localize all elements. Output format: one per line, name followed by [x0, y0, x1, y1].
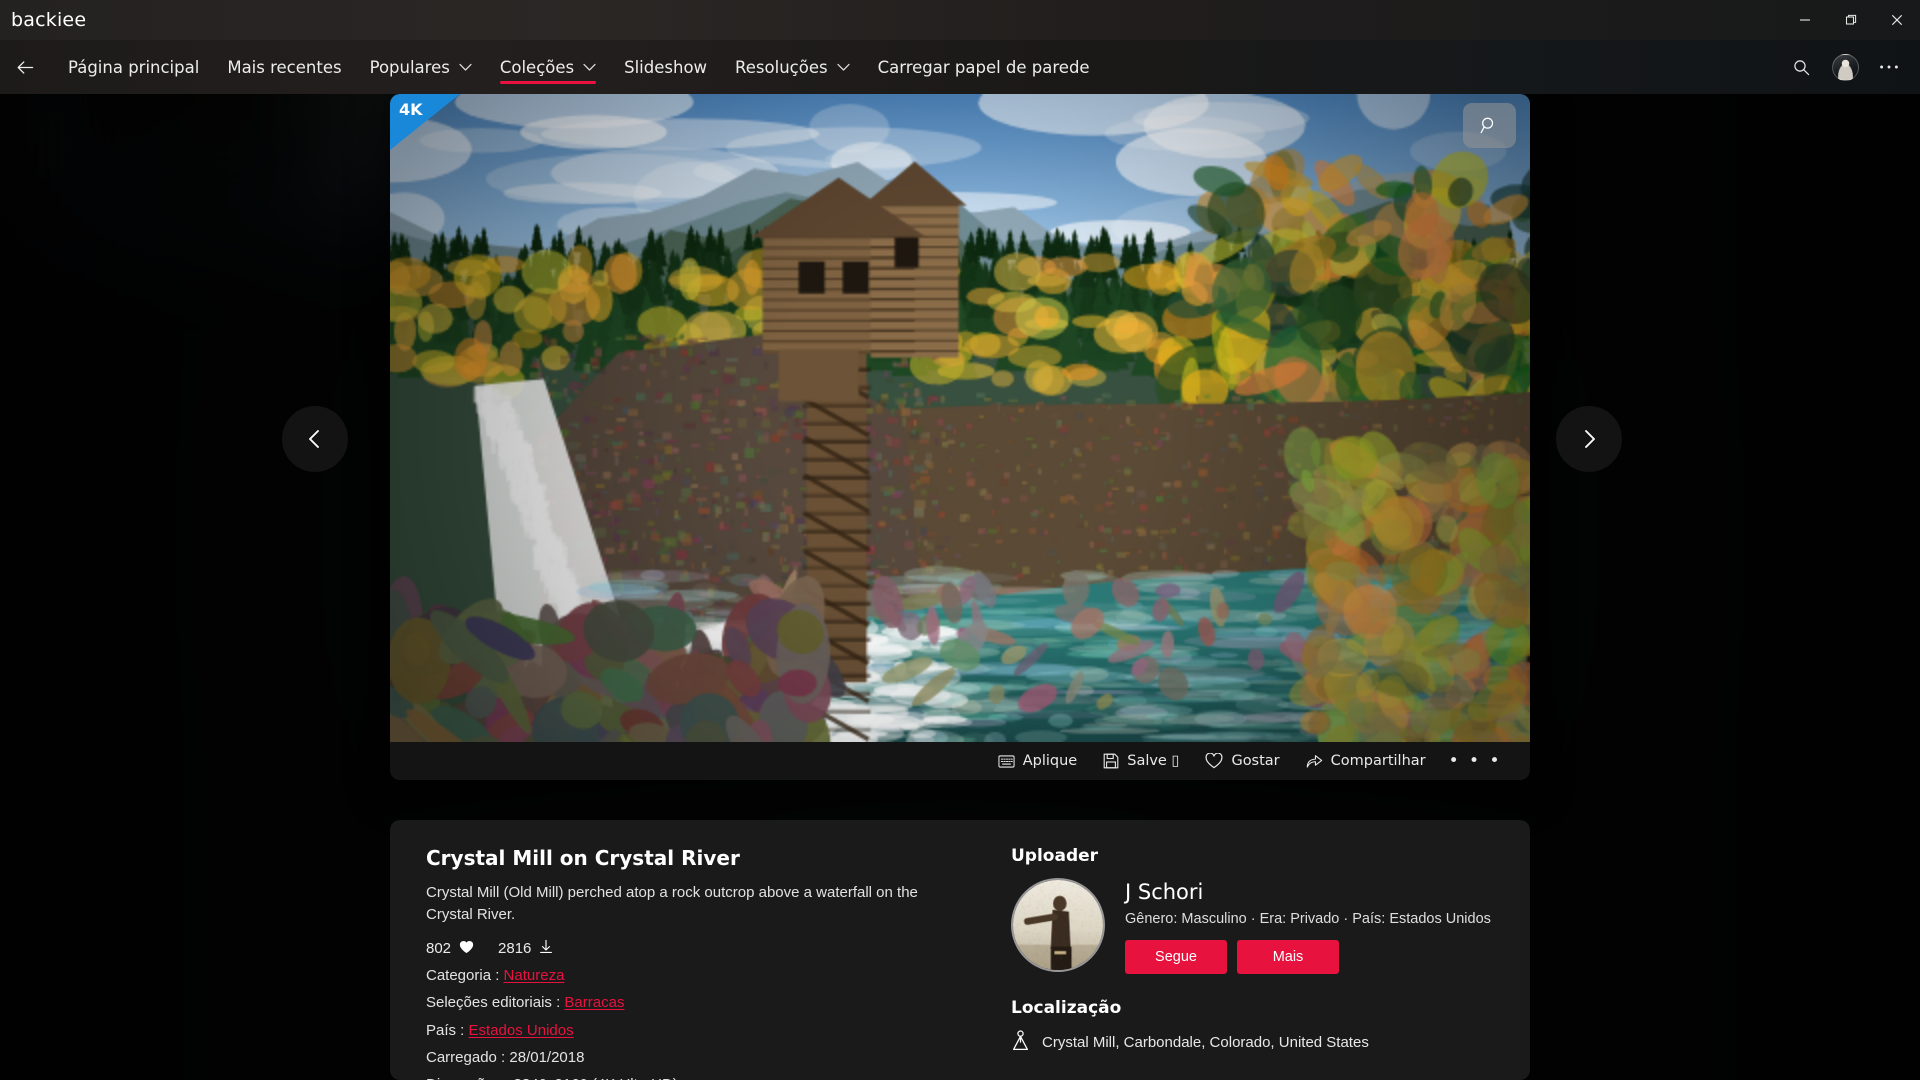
uploader-row: J Schori Gênero: Masculino · Era: Privad… [1011, 878, 1494, 974]
details-left-column: Crystal Mill on Crystal River Crystal Mi… [426, 846, 1001, 1080]
meta-row: Carregado : 28/01/2018 [426, 1049, 1001, 1066]
minimize-icon[interactable] [1782, 0, 1828, 40]
nav-item-cole-es[interactable]: Coleções [486, 40, 610, 94]
action-compartilhar[interactable]: Compartilhar [1293, 746, 1439, 776]
nav-item-label: Resoluções [735, 57, 828, 77]
location-heading: Localização [1011, 998, 1122, 1018]
action-aplique[interactable]: Aplique [985, 746, 1091, 776]
meta-value: 28/01/2018 [509, 1048, 585, 1066]
window-controls [1782, 0, 1920, 40]
details-right-column: Uploader J Schori Gênero: Masculino · Er… [1001, 846, 1494, 1080]
action-label: Compartilhar [1330, 753, 1426, 769]
action-label: Salve ▯ [1127, 753, 1180, 769]
nav-item-label: Populares [369, 57, 450, 77]
uploader-name[interactable]: J Schori [1125, 880, 1491, 904]
chevron-down-icon [459, 63, 472, 72]
meta-row: Dimensões : 3840x2160 (4K UltraHD) [426, 1076, 1001, 1080]
meta-label: Seleções editoriais : [426, 994, 561, 1012]
navigation-bar: Página principal Mais recentes Populares Co… [0, 40, 1920, 94]
maximize-icon[interactable] [1828, 0, 1874, 40]
wallpaper-viewer-panel: 4K Aplique Salve ▯ Gostar Compartilhar • • • [390, 94, 1530, 780]
meta-value[interactable]: Natureza [504, 967, 565, 984]
meta-row: País : Estados Unidos [426, 1022, 1001, 1039]
uploader-meta: J Schori Gênero: Masculino · Era: Privad… [1125, 878, 1491, 974]
nav-item-mais-recentes[interactable]: Mais recentes [213, 40, 355, 94]
nav-item-label: Página principal [68, 57, 200, 77]
back-arrow-icon[interactable] [3, 45, 47, 89]
app-logo: backiee [11, 9, 87, 31]
title-bar: backiee [0, 0, 1920, 40]
save-disk-icon [1103, 753, 1119, 769]
meta-value: 3840x2160 (4K UltraHD) [514, 1076, 678, 1080]
heart-filled-icon [459, 940, 474, 958]
magnifier-icon[interactable] [1463, 103, 1516, 148]
nav-item-carregar-papel-de-parede[interactable]: Carregar papel de parede [864, 40, 1104, 94]
like-count: 802 [426, 940, 452, 958]
meta-label: Carregado : [426, 1048, 506, 1066]
uploader-buttons: Segue Mais [1125, 940, 1491, 974]
action-label: Aplique [1022, 753, 1078, 769]
location-text: Crystal Mill, Carbondale, Colorado, Unit… [1042, 1034, 1369, 1051]
chevron-right-icon[interactable] [1556, 406, 1622, 472]
more-button[interactable]: Mais [1237, 940, 1339, 974]
download-arrow-icon [539, 939, 553, 958]
meta-value[interactable]: Estados Unidos [469, 1022, 574, 1039]
meta-label: Categoria : [426, 967, 500, 985]
stats-row: 802 2816 [426, 939, 1001, 958]
meta-row: Categoria : Natureza [426, 967, 1001, 984]
more-icon[interactable] [1868, 46, 1910, 88]
avatar[interactable] [1824, 46, 1866, 88]
search-icon[interactable] [1780, 46, 1822, 88]
chevron-down-icon [583, 63, 596, 72]
wallpaper-image[interactable] [390, 94, 1530, 742]
follow-button[interactable]: Segue [1125, 940, 1227, 974]
download-count: 2816 [498, 940, 532, 958]
location-pin-icon [1011, 1030, 1030, 1055]
action-more[interactable]: • • • [1439, 746, 1512, 776]
nav-item-p-gina-principal[interactable]: Página principal [54, 40, 213, 94]
wallpaper-description: Crystal Mill (Old Mill) perched atop a r… [426, 884, 918, 924]
action-salve[interactable]: Salve ▯ [1090, 746, 1192, 776]
nav-item-label: Mais recentes [227, 57, 342, 77]
meta-value[interactable]: Barracas [564, 994, 624, 1011]
share-icon [1306, 753, 1323, 769]
heart-outline-icon [1205, 753, 1223, 769]
apply-wallpaper-icon [998, 754, 1015, 769]
uploader-subtitle: Gênero: Masculino · Era: Privado · País:… [1125, 911, 1491, 927]
wallpaper-details-card: Crystal Mill on Crystal River Crystal Mi… [390, 820, 1530, 1080]
chevron-left-icon[interactable] [282, 406, 348, 472]
action-label: Gostar [1231, 753, 1280, 769]
nav-item-slideshow[interactable]: Slideshow [610, 40, 721, 94]
meta-label: Dimensões : [426, 1076, 509, 1080]
meta-row: Seleções editoriais : Barracas [426, 994, 1001, 1011]
action-gostar[interactable]: Gostar [1192, 746, 1292, 776]
content-stage: 4K Aplique Salve ▯ Gostar Compartilhar • • •… [0, 94, 1920, 1080]
nav-item-label: Slideshow [624, 57, 708, 77]
nav-items: Página principal Mais recentes Populares Co… [54, 40, 1104, 94]
wallpaper-action-bar: Aplique Salve ▯ Gostar Compartilhar • • • [390, 742, 1530, 780]
chevron-down-icon [836, 63, 850, 72]
nav-item-resolu-es[interactable]: Resoluções [721, 40, 864, 94]
nav-item-label: Coleções [499, 57, 575, 77]
meta-label: País : [426, 1021, 465, 1039]
active-indicator [499, 81, 597, 84]
uploader-heading: Uploader [1011, 846, 1099, 866]
close-icon[interactable] [1874, 0, 1920, 40]
nav-item-populares[interactable]: Populares [356, 40, 486, 94]
nav-item-label: Carregar papel de parede [877, 57, 1090, 77]
action-label: • • • [1448, 751, 1502, 771]
metadata-list: Categoria : Natureza Seleções editoriais … [426, 967, 1001, 1080]
location-row: Crystal Mill, Carbondale, Colorado, Unit… [1011, 1030, 1494, 1055]
nav-right-actions [1780, 46, 1920, 88]
avatar-image [1831, 53, 1859, 81]
uploader-avatar[interactable] [1011, 878, 1105, 972]
page-title: Crystal Mill on Crystal River [426, 846, 740, 870]
